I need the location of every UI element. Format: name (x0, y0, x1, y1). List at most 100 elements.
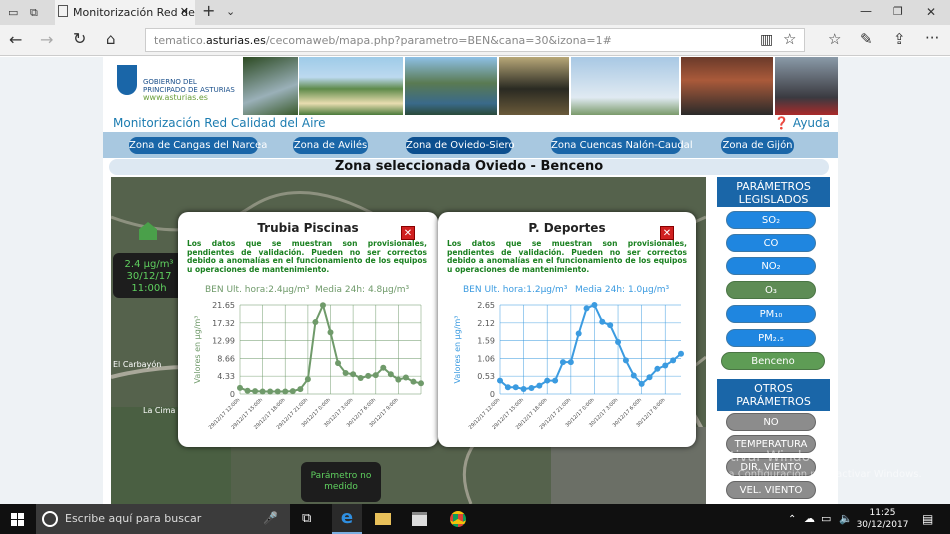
taskbar: Escribe aquí para buscar 🎤 ⧉ e ⌃ ☁ ▭ 🔈 1… (0, 504, 950, 534)
chart-ylabel: Valores en µg/m³ (453, 315, 462, 383)
chart-data-point (497, 377, 503, 384)
edge-icon[interactable]: e (332, 504, 362, 534)
help-label: Ayuda (792, 116, 830, 130)
zone-button-oviedo[interactable]: Zona de Oviedo-Siero (406, 137, 515, 154)
chart-data-point (350, 371, 357, 378)
network-icon[interactable]: ☁ (804, 512, 815, 526)
chart-ytick-label: 21.65 (212, 301, 235, 310)
banner-photo-beach (299, 57, 403, 115)
zone-button-gijon[interactable]: Zona de Gijón (721, 137, 794, 154)
file-explorer-icon[interactable] (375, 513, 391, 525)
more-options-icon[interactable]: ··· (925, 31, 939, 46)
chart-data-point (319, 302, 326, 309)
notes-pen-icon[interactable]: ✎ (860, 32, 873, 47)
site-container: GOBIERNO DEL PRINCIPADO DE ASTURIAS www.… (103, 57, 838, 504)
chart-data-point (289, 388, 296, 395)
navigation-bar: ← → ↻ ⌂ tematico.asturias.es/cecomaweb/m… (0, 25, 950, 56)
param-button-so2[interactable]: SO₂ (726, 211, 816, 229)
chart-data-point (282, 388, 289, 395)
chart-ytick-label: 2.65 (477, 301, 495, 310)
help-icon: ❓ (774, 116, 790, 130)
url-domain: asturias.es (206, 34, 266, 47)
clock[interactable]: 11:25 30/12/2017 (855, 507, 910, 531)
maximize-icon[interactable]: ❐ (893, 5, 903, 19)
param-button-no2[interactable]: NO₂ (726, 257, 816, 275)
chart-data-point (274, 388, 281, 395)
station-popup-deportes: P. Deportes ✕ Los datos que se muestran … (438, 212, 696, 447)
popup-note: Los datos que se muestran son provisiona… (187, 239, 427, 274)
station-time: 11:00h (131, 283, 167, 294)
map-place-label: El Carbayón (113, 360, 162, 369)
reading-view-icon[interactable]: ▥ (760, 33, 773, 47)
banner-photo-bird (499, 57, 569, 115)
new-tab-icon[interactable]: + (202, 3, 215, 19)
chart-data-point (654, 365, 661, 372)
tab-back-icon[interactable]: ⧉ (30, 6, 38, 20)
activation-watermark-title: Activar Windows (713, 449, 829, 465)
chart-data-point (559, 359, 566, 366)
windows-start-icon[interactable] (11, 513, 24, 526)
zone-button-aviles[interactable]: Zona de Avilés (293, 137, 368, 154)
param-button-vel-viento[interactable]: VEL. VIENTO (726, 481, 816, 499)
chart-data-point (304, 376, 311, 383)
banner-photo-windmills (571, 57, 679, 115)
tray-chevron-icon[interactable]: ⌃ (788, 513, 796, 527)
microphone-icon[interactable]: 🎤 (263, 511, 278, 525)
other-header: OTROS PARÁMETROS (717, 379, 830, 411)
favorite-star-icon[interactable]: ☆ (783, 32, 796, 47)
taskbar-search-box[interactable]: Escribe aquí para buscar 🎤 (36, 504, 290, 534)
chart-data-point (335, 360, 342, 367)
browser-tab[interactable]: Monitorización Red de ✕ (55, 0, 195, 25)
param-button-pm25[interactable]: PM₂.₅ (726, 329, 816, 347)
zone-button-cangas[interactable]: Zona de Cangas del Narcea (129, 137, 267, 154)
activation-watermark-text: Ve a Configuración para activar Windows. (713, 469, 922, 480)
search-placeholder: Escribe aquí para buscar (65, 512, 202, 525)
chart-ytick-label: 0 (230, 390, 235, 399)
chart-data-point (646, 374, 653, 381)
minimize-icon[interactable]: — (860, 4, 872, 18)
address-bar[interactable]: tematico.asturias.es/cecomaweb/mapa.php?… (145, 28, 805, 52)
notifications-icon[interactable]: ▤ (922, 512, 933, 526)
chart-data-point (575, 330, 582, 337)
tab-list-icon[interactable]: ▭ (8, 6, 18, 20)
clock-date: 30/12/2017 (856, 520, 909, 530)
chart-data-point (678, 350, 684, 357)
favorites-hub-icon[interactable]: ☆ (828, 32, 841, 47)
battery-icon[interactable]: ▭ (821, 512, 831, 526)
forward-icon[interactable]: → (40, 32, 53, 48)
chart-data-point (638, 380, 645, 387)
popup-close-button[interactable]: ✕ (660, 226, 674, 240)
back-icon[interactable]: ← (9, 32, 22, 48)
param-button-benceno[interactable]: Benceno (721, 352, 825, 370)
chart-deportes: Valores en µg/m³00.531.061.592.122.6529/… (453, 301, 684, 431)
clock-time: 11:25 (869, 508, 896, 518)
param-button-no[interactable]: NO (726, 413, 816, 431)
chart-data-point (567, 359, 574, 366)
refresh-icon[interactable]: ↻ (73, 31, 86, 47)
param-button-pm10[interactable]: PM₁₀ (726, 305, 816, 323)
home-icon[interactable]: ⌂ (106, 32, 116, 47)
tab-dropdown-icon[interactable]: ⌄ (226, 5, 235, 19)
param-button-o3[interactable]: O₃ (726, 281, 816, 299)
chart-ytick-label: 8.66 (217, 354, 235, 363)
share-icon[interactable]: ⇪ (893, 32, 906, 47)
close-window-icon[interactable]: ✕ (926, 5, 936, 19)
volume-icon[interactable]: 🔈 (839, 512, 853, 526)
chart-data-point (365, 372, 372, 379)
chart-data-point (252, 388, 259, 395)
zone-button-cuencas[interactable]: Zona Cuencas Nalón-Caudal (551, 137, 693, 154)
chrome-icon[interactable] (450, 511, 466, 527)
param-button-co[interactable]: CO (726, 234, 816, 252)
close-tab-icon[interactable]: ✕ (180, 5, 189, 18)
chart-data-point (418, 380, 424, 387)
zone-bar: Zona de Cangas del Narcea Zona de Avilés… (103, 132, 838, 158)
help-link[interactable]: ❓ Ayuda (774, 116, 830, 130)
logo-text: GOBIERNO DEL PRINCIPADO DE ASTURIAS www.… (143, 78, 235, 102)
task-view-icon[interactable]: ⧉ (302, 512, 311, 526)
no-measure-box: Parámetro no medido (301, 462, 381, 502)
station-value: 2.4 µg/m³ (124, 259, 174, 270)
store-icon[interactable] (412, 512, 427, 526)
chart-data-point (512, 384, 519, 391)
popup-close-button[interactable]: ✕ (401, 226, 415, 240)
banner-photo-smoke (681, 57, 773, 115)
